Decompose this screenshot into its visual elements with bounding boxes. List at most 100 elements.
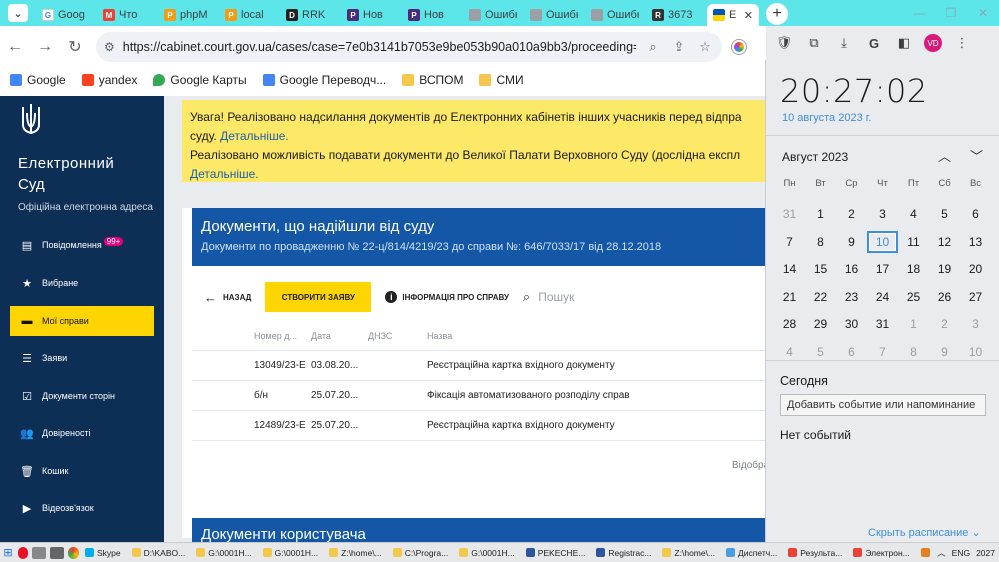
puzzle-icon[interactable]: ⧉ <box>804 35 824 51</box>
zoom-icon[interactable]: ⌕ <box>644 39 662 55</box>
calendar-day[interactable]: 30 <box>836 317 867 331</box>
date-link[interactable]: 10 августа 2023 г. <box>782 112 871 124</box>
taskbar-clock[interactable]: 2027 <box>976 548 995 558</box>
calendar-day[interactable]: 9 <box>836 235 867 249</box>
calendar-day[interactable]: 6 <box>836 345 867 359</box>
details-link[interactable]: Детальніше. <box>190 167 259 181</box>
calendar-day[interactable]: 8 <box>805 235 836 249</box>
active-tab[interactable]: E ✕ <box>707 4 759 26</box>
taskbar-button[interactable]: C:\Progra... <box>389 544 452 562</box>
start-icon[interactable]: ⊞ <box>0 546 16 559</box>
create-application-button[interactable]: СТВОРИТИ ЗАЯВУ <box>265 282 372 312</box>
calendar-day[interactable]: 4 <box>774 345 805 359</box>
sidebar-item[interactable]: 🗑 Кошик <box>10 456 154 486</box>
calendar-day[interactable]: 1 <box>898 317 929 331</box>
bookmark-item[interactable]: Google <box>10 73 66 87</box>
taskbar-button[interactable]: Электрон... <box>849 544 913 562</box>
bookmark-star-icon[interactable]: ☆ <box>696 39 714 55</box>
browser-tab[interactable]: P Нов <box>402 4 462 26</box>
taskbar-button[interactable]: Z:\home\... <box>658 544 719 562</box>
column-header[interactable]: ДНЗС <box>368 331 398 341</box>
calendar-day[interactable]: 16 <box>836 262 867 276</box>
calendar-day[interactable]: 5 <box>805 345 836 359</box>
taskbar-button[interactable]: Registrac... <box>592 544 655 562</box>
column-header[interactable]: Назва <box>427 331 452 341</box>
calendar-day[interactable]: 10 <box>960 345 991 359</box>
sidebar-item[interactable]: ☑ Документи сторін <box>10 381 154 411</box>
taskbar-button[interactable]: Skype <box>81 544 125 562</box>
taskbar-button[interactable]: G:\0001H... <box>259 544 322 562</box>
calendar-day[interactable]: 4 <box>898 207 929 221</box>
google-icon[interactable]: G <box>864 36 884 51</box>
new-tab-button[interactable]: + <box>766 3 788 25</box>
chevron-down-icon[interactable]: ﹀ <box>970 146 983 165</box>
menu-icon[interactable]: ⋮ <box>952 35 972 51</box>
back-button[interactable]: ← НАЗАД <box>204 290 251 305</box>
calendar-day[interactable]: 11 <box>898 235 929 249</box>
sidepanel-icon[interactable]: ◧ <box>894 35 914 51</box>
restore-icon[interactable]: — <box>903 0 935 26</box>
calendar-day[interactable]: 24 <box>867 290 898 304</box>
taskbar-button[interactable]: Диспетч... <box>722 544 781 562</box>
url-text[interactable]: https://cabinet.court.gov.ua/cases/case=… <box>123 40 636 54</box>
maximize-icon[interactable]: ❐ <box>935 0 967 26</box>
tray-chevron-icon[interactable]: ︿ <box>937 547 946 559</box>
bookmark-item[interactable]: Google Переводч... <box>262 73 386 87</box>
close-window-icon[interactable]: ✕ <box>967 0 999 26</box>
table-row[interactable]: 13049/23-Е 03.08.20... Реєстраційна картка… <box>192 351 765 381</box>
calendar-day[interactable]: 3 <box>867 207 898 221</box>
calendar-day[interactable]: 25 <box>898 290 929 304</box>
bookmark-item[interactable]: Google Карты <box>153 73 247 87</box>
column-header[interactable]: Дата <box>311 331 363 341</box>
calendar-day[interactable]: 28 <box>774 317 805 331</box>
browser-tab[interactable]: Plocal <box>219 4 279 26</box>
calendar-day[interactable]: 26 <box>929 290 960 304</box>
add-event-input[interactable]: Добавить событие или напоминание <box>780 394 986 416</box>
sidebar-item[interactable]: ▤ Повідомлення 99+ <box>10 230 154 260</box>
table-row[interactable]: б/н 25.07.20... Фіксація автоматизованого … <box>192 381 765 411</box>
calendar-day[interactable]: 20 <box>960 262 991 276</box>
opera-icon[interactable] <box>18 546 28 559</box>
site-settings-icon[interactable]: ⚙ <box>104 40 115 54</box>
avatar[interactable]: VD <box>924 34 942 52</box>
case-info-button[interactable]: i ІНФОРМАЦІЯ ПРО СПРАВУ <box>385 291 509 303</box>
calendar-day[interactable]: 22 <box>805 290 836 304</box>
sidebar-item[interactable]: ▬ Мої справи <box>10 306 154 336</box>
taskbar-button[interactable]: G:\0001H... <box>192 544 255 562</box>
calendar-day[interactable]: 17 <box>867 262 898 276</box>
calendar-day[interactable]: 7 <box>867 345 898 359</box>
browser-tab[interactable]: Ошибка <box>585 4 645 26</box>
calendar-day[interactable]: 18 <box>898 262 929 276</box>
mail-icon[interactable] <box>32 546 46 559</box>
back-icon[interactable]: ← <box>0 38 30 56</box>
chrome-icon[interactable] <box>68 546 79 559</box>
share-icon[interactable]: ⇪ <box>670 39 688 55</box>
browser-tab[interactable]: R 3673 <box>646 4 706 26</box>
taskbar-button[interactable]: Результа... <box>784 544 846 562</box>
calendar-day[interactable]: 1 <box>805 207 836 221</box>
close-icon[interactable]: ✕ <box>744 9 753 22</box>
calendar-day[interactable]: 2 <box>836 207 867 221</box>
chevron-up-icon[interactable]: ︿ <box>938 146 951 165</box>
forward-icon[interactable]: → <box>30 38 60 56</box>
calendar-day[interactable]: 7 <box>774 235 805 249</box>
calendar-day[interactable]: 27 <box>960 290 991 304</box>
browser-tab[interactable]: PphpM <box>158 4 218 26</box>
address-bar[interactable]: ⚙ https://cabinet.court.gov.ua/cases/cas… <box>96 32 722 62</box>
tab-search-icon[interactable]: ⌄ <box>8 4 28 22</box>
calendar-day[interactable]: 29 <box>805 317 836 331</box>
sidebar-item[interactable]: ▶ Відеозв'язок <box>10 493 154 523</box>
calendar-day[interactable]: 9 <box>929 345 960 359</box>
calendar-day[interactable]: 14 <box>774 262 805 276</box>
download-icon[interactable]: ⤓ <box>834 35 854 51</box>
calendar-day[interactable]: 19 <box>929 262 960 276</box>
search-field[interactable]: ⌕ Пошук <box>523 289 574 305</box>
sidebar-item[interactable]: ★ Вибране <box>10 268 154 298</box>
calendar-day[interactable]: 13 <box>960 235 991 249</box>
browser-tab[interactable]: G Goog <box>36 4 96 26</box>
taskbar-button[interactable]: D:\KABO... <box>128 544 190 562</box>
calendar-day[interactable]: 31 <box>867 317 898 331</box>
calendar-day-today[interactable]: 10 <box>867 230 898 253</box>
calendar-day[interactable]: 8 <box>898 345 929 359</box>
bookmark-item[interactable]: ВСПОМ <box>402 73 463 87</box>
